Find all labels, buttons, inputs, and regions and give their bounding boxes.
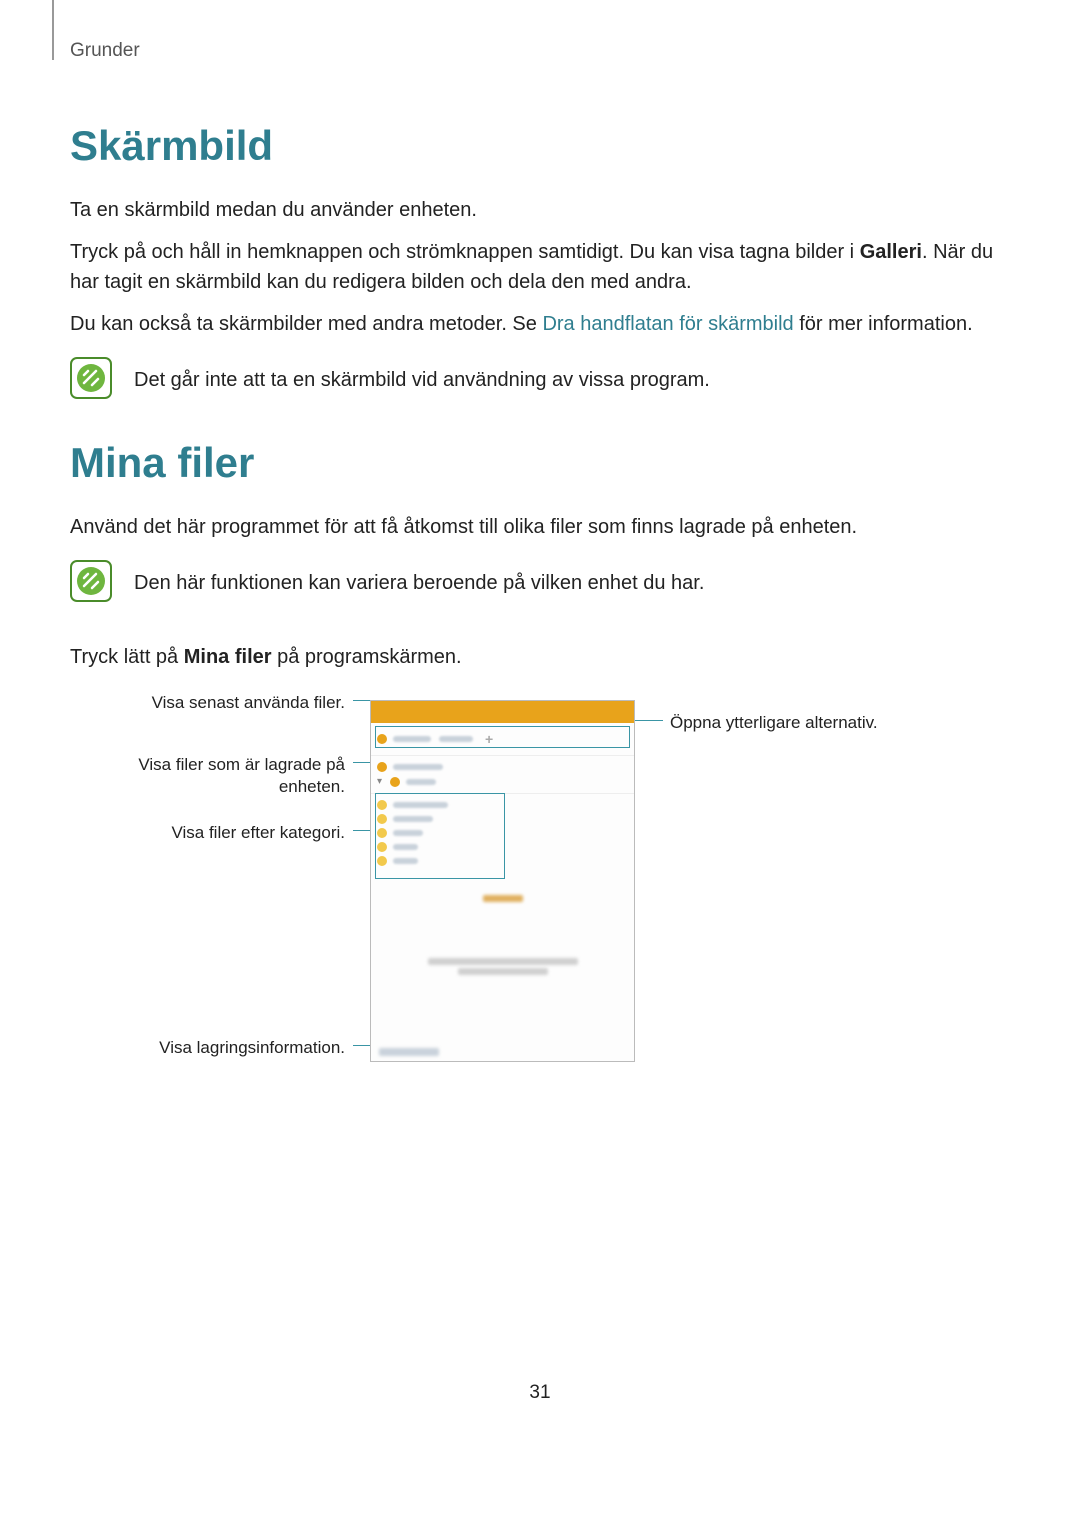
- callout-stored-files: Visa filer som är lagrade på enheten.: [110, 754, 345, 798]
- text-bold: Mina filer: [184, 646, 272, 668]
- blurred-label: [393, 802, 448, 808]
- text: för mer information.: [794, 313, 973, 335]
- callout-recent-files: Visa senast använda filer.: [135, 692, 345, 714]
- plus-icon: +: [481, 731, 497, 747]
- diagram-mina-filer: Visa senast använda filer. Visa filer so…: [70, 692, 1010, 1082]
- dot-icon: [377, 842, 387, 852]
- phone-header: [371, 701, 634, 723]
- note-row: Det går inte att ta en skärmbild vid anv…: [70, 357, 1010, 399]
- blurred-label: [439, 736, 473, 742]
- note-text: Den här funktionen kan variera beroende …: [134, 560, 704, 598]
- dot-icon: [377, 800, 387, 810]
- blurred-label: [458, 968, 548, 975]
- blurred-label: [393, 844, 418, 850]
- paragraph: Använd det här programmet för att få åtk…: [70, 512, 1010, 542]
- blurred-label: [393, 764, 443, 770]
- paragraph: Tryck på och håll in hemknappen och strö…: [70, 237, 1010, 297]
- blurred-label: [483, 895, 523, 902]
- dot-icon: [377, 814, 387, 824]
- blurred-label: [379, 1048, 439, 1056]
- text: Tryck på och håll in hemknappen och strö…: [70, 241, 860, 263]
- connector: [633, 720, 663, 721]
- dot-icon: [377, 828, 387, 838]
- side-rule: [52, 0, 54, 60]
- callout-category: Visa filer efter kategori.: [148, 822, 345, 844]
- blurred-label: [393, 816, 433, 822]
- blurred-label: [393, 736, 431, 742]
- dot-icon: [377, 762, 387, 772]
- note-text: Det går inte att ta en skärmbild vid anv…: [134, 357, 710, 395]
- link-palm-swipe[interactable]: Dra handflatan för skärmbild: [542, 313, 793, 335]
- blurred-label: [393, 830, 423, 836]
- paragraph: Ta en skärmbild medan du använder enhete…: [70, 195, 1010, 225]
- callout-more-options: Öppna ytterligare alternativ.: [670, 712, 878, 734]
- note-icon: [70, 560, 112, 602]
- section-title-skarmbild: Skärmbild: [70, 122, 1010, 170]
- phone-mock: + ▾: [370, 700, 635, 1062]
- text: Du kan också ta skärmbilder med andra me…: [70, 313, 542, 335]
- blurred-label: [406, 779, 436, 785]
- dot-icon: [377, 734, 387, 744]
- paragraph: Tryck lätt på Mina filer på programskärm…: [70, 642, 1010, 672]
- page-number: 31: [70, 1382, 1010, 1404]
- chevron-down-icon: ▾: [377, 776, 382, 787]
- blurred-label: [428, 958, 578, 965]
- text: på programskärmen.: [272, 646, 462, 668]
- dot-icon: [390, 777, 400, 787]
- paragraph: Du kan också ta skärmbilder med andra me…: [70, 309, 1010, 339]
- dot-icon: [377, 856, 387, 866]
- section-title-mina-filer: Mina filer: [70, 439, 1010, 487]
- note-icon: [70, 357, 112, 399]
- blurred-label: [393, 858, 418, 864]
- note-row: Den här funktionen kan variera beroende …: [70, 560, 1010, 602]
- text-bold: Galleri: [860, 241, 922, 263]
- callout-storage-info: Visa lagringsinformation.: [148, 1037, 345, 1059]
- breadcrumb: Grunder: [70, 40, 1010, 62]
- text: Tryck lätt på: [70, 646, 184, 668]
